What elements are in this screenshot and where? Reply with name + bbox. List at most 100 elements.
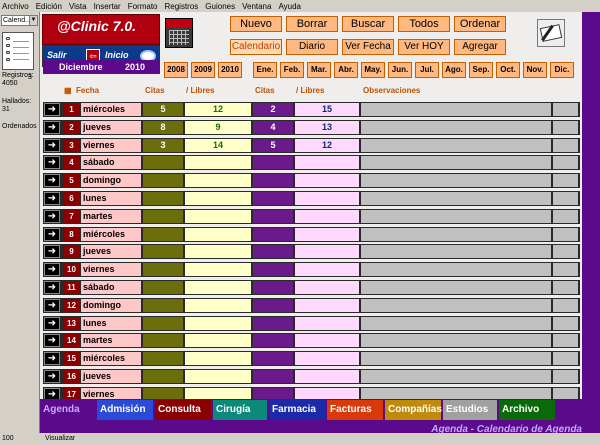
observaciones-cell[interactable] [361,227,551,241]
menu-guiones[interactable]: Guiones [205,2,235,11]
libres-2-cell[interactable] [295,209,359,223]
citas-2-cell[interactable] [253,156,293,170]
libres-2-cell[interactable] [295,370,359,383]
todos-button[interactable]: Todos [398,16,450,32]
citas-1-cell[interactable] [143,298,183,312]
layout-select[interactable]: Calend... ▼ [1,15,38,26]
zoom-level[interactable]: 100 [2,435,14,442]
observaciones-cell[interactable] [361,263,551,277]
libres-2-cell[interactable] [295,263,359,277]
go-arrow-icon[interactable]: ➜ [44,263,60,277]
libres-2-cell[interactable] [295,245,359,259]
citas-2-cell[interactable] [253,192,293,205]
libres-2-cell[interactable] [295,352,359,366]
libres-2-cell[interactable] [295,227,359,241]
citas-2-cell[interactable]: 4 [253,120,293,134]
agregar-button[interactable]: Agregar [454,39,506,55]
libres-1-cell[interactable] [185,334,251,348]
month-may-button[interactable]: May. [361,62,385,78]
citas-2-cell[interactable] [253,316,293,330]
observaciones-cell[interactable] [361,192,551,205]
libres-1-cell[interactable] [185,209,251,223]
citas-2-cell[interactable] [253,352,293,366]
go-arrow-icon[interactable]: ➜ [44,156,60,170]
month-sep-button[interactable]: Sep. [469,62,493,78]
libres-1-cell[interactable] [185,192,251,205]
contacts-card-icon[interactable] [537,19,565,47]
citas-2-cell[interactable]: 5 [253,138,293,152]
menu-insertar[interactable]: Insertar [94,2,121,11]
salir-button[interactable]: Salir [47,50,67,60]
citas-1-cell[interactable] [143,334,183,348]
menu-ayuda[interactable]: Ayuda [278,2,301,11]
ver-fecha-button[interactable]: Ver Fecha [342,39,394,55]
citas-1-cell[interactable] [143,263,183,277]
observaciones-cell[interactable] [361,245,551,259]
month-oct-button[interactable]: Oct. [496,62,520,78]
citas-1-cell[interactable] [143,174,183,188]
libres-2-cell[interactable]: 15 [295,103,359,116]
go-arrow-icon[interactable]: ➜ [44,174,60,188]
citas-1-cell[interactable] [143,281,183,294]
citas-2-cell[interactable] [253,263,293,277]
menu-archivo[interactable]: Archivo [2,2,29,11]
inicio-button[interactable]: Inicio [105,50,129,60]
citas-1-cell[interactable] [143,156,183,170]
tab-facturas[interactable]: Facturas [327,400,383,420]
libres-1-cell[interactable] [185,370,251,383]
go-arrow-icon[interactable]: ➜ [44,316,60,330]
go-arrow-icon[interactable]: ➜ [44,298,60,312]
go-arrow-icon[interactable]: ➜ [44,120,60,134]
go-arrow-icon[interactable]: ➜ [44,245,60,259]
calendar-icon[interactable] [165,18,193,48]
record-book-icon[interactable] [2,32,34,70]
month-nov-button[interactable]: Nov. [523,62,547,78]
citas-2-cell[interactable] [253,209,293,223]
observaciones-cell[interactable] [361,103,551,116]
go-arrow-icon[interactable]: ➜ [44,103,60,116]
menu-registros[interactable]: Registros [165,2,199,11]
libres-2-cell[interactable] [295,281,359,294]
libres-2-cell[interactable]: 12 [295,138,359,152]
ver-hoy-button[interactable]: Ver HOY [398,39,450,55]
month-feb-button[interactable]: Feb. [280,62,304,78]
observaciones-cell[interactable] [361,352,551,366]
observaciones-cell[interactable] [361,281,551,294]
libres-2-cell[interactable] [295,298,359,312]
citas-1-cell[interactable] [143,192,183,205]
observaciones-cell[interactable] [361,298,551,312]
year-2009-button[interactable]: 2009 [191,62,215,78]
citas-1-cell[interactable]: 5 [143,103,183,116]
citas-2-cell[interactable] [253,334,293,348]
tab-farmacia[interactable]: Farmacia [269,400,325,420]
observaciones-cell[interactable] [361,138,551,152]
libres-1-cell[interactable] [185,227,251,241]
menu-vista[interactable]: Vista [69,2,87,11]
menu-edicion[interactable]: Edición [36,2,62,11]
citas-1-cell[interactable] [143,370,183,383]
libres-1-cell[interactable] [185,156,251,170]
borrar-button[interactable]: Borrar [286,16,338,32]
observaciones-cell[interactable] [361,334,551,348]
libres-1-cell[interactable] [185,281,251,294]
month-mar-button[interactable]: Mar. [307,62,331,78]
citas-2-cell[interactable]: 2 [253,103,293,116]
citas-2-cell[interactable] [253,174,293,188]
month-jun-button[interactable]: Jun. [388,62,412,78]
go-arrow-icon[interactable]: ➜ [44,352,60,366]
libres-1-cell[interactable] [185,245,251,259]
tab-diario[interactable]: Diario [286,39,338,55]
go-arrow-icon[interactable]: ➜ [44,281,60,294]
tab-archivo[interactable]: Archivo [499,400,555,420]
citas-1-cell[interactable] [143,352,183,366]
observaciones-cell[interactable] [361,174,551,188]
go-arrow-icon[interactable]: ➜ [44,138,60,152]
citas-2-cell[interactable] [253,227,293,241]
citas-2-cell[interactable] [253,245,293,259]
citas-1-cell[interactable] [143,245,183,259]
month-jul-button[interactable]: Jul. [415,62,439,78]
ordenar-button[interactable]: Ordenar [454,16,506,32]
citas-1-cell[interactable] [143,316,183,330]
tab-cirugia[interactable]: Cirugía [213,400,267,420]
buscar-button[interactable]: Buscar [342,16,394,32]
